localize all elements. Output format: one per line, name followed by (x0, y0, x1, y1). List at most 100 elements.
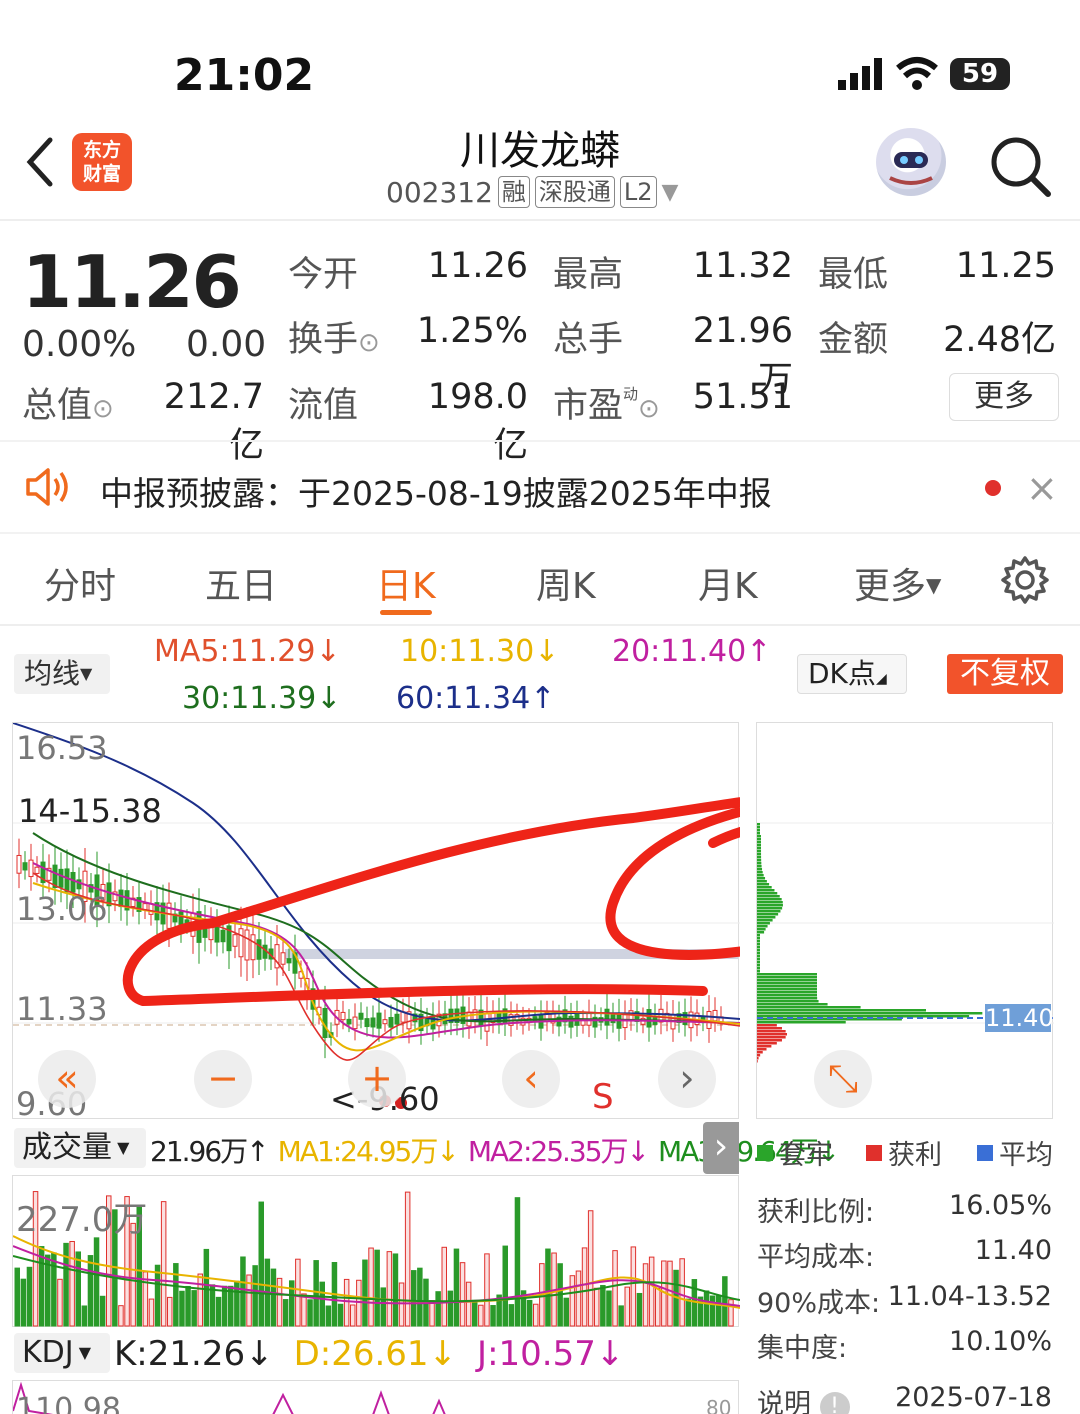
volume-bar (429, 1300, 435, 1327)
volume-bar (173, 1263, 179, 1327)
chip-bars (757, 823, 983, 1063)
scroll-left-button[interactable]: ‹ (502, 1050, 560, 1108)
high-marker: 14-15.38 (18, 792, 162, 830)
volume-bar (319, 1281, 325, 1327)
candle-body (64, 868, 70, 893)
chip-bar (757, 1024, 777, 1027)
more-button[interactable]: 更多 (949, 373, 1059, 421)
chip-bar (757, 1036, 786, 1039)
chip-bar (757, 934, 760, 937)
volume-ma1: MA1:24.95万↓ (277, 1135, 460, 1168)
chip-bar (757, 946, 760, 949)
expand-panel-button[interactable]: › (703, 1122, 739, 1174)
tab-intraday[interactable]: 分时 (44, 557, 116, 609)
volume-bar (459, 1262, 466, 1327)
tab-more[interactable]: 更多▼ (854, 557, 941, 609)
assistant-robot-icon[interactable] (876, 128, 946, 196)
ma-select[interactable]: 均线▼ (14, 654, 110, 694)
scroll-right-button[interactable]: › (658, 1050, 716, 1108)
chip-bar (757, 1048, 767, 1051)
notice-text[interactable]: 中报预披露：于2025-08-19披露2025年中报 (100, 467, 772, 515)
chip-bar (757, 850, 762, 853)
tab-daily-k[interactable]: 日K (376, 557, 436, 609)
volume-bar (533, 1303, 539, 1327)
volume-bar (453, 1248, 460, 1327)
chip-bar (757, 964, 760, 967)
amount-label: 金额 (818, 320, 889, 360)
info-icon: ⊙ (638, 394, 660, 424)
volume-bar (185, 1285, 191, 1327)
candle-body (340, 1011, 346, 1021)
tag-l2: L2 (619, 176, 657, 208)
chip-bar (757, 982, 817, 985)
note-link[interactable]: 说明 ! (757, 1382, 850, 1414)
candle-body (646, 1009, 652, 1028)
chip-bar (757, 916, 776, 919)
ma60-value: 60:11.34↑ (396, 681, 556, 716)
volume-bar (69, 1240, 75, 1327)
volume-select[interactable]: 成交量 ▼ (14, 1128, 146, 1168)
open-value: 11.26 (427, 246, 528, 286)
zoom-in-button[interactable]: + (348, 1050, 406, 1108)
volume-bar (648, 1256, 655, 1327)
volume-bar (337, 1303, 344, 1327)
candle-body (358, 1012, 364, 1020)
candle-body (58, 868, 64, 888)
volume-bar (51, 1252, 57, 1327)
pe-label[interactable]: 市盈动⊙ (553, 377, 660, 428)
battery-icon: 59 (950, 58, 1010, 90)
chip-bar (757, 907, 783, 910)
volume-bar (569, 1275, 576, 1327)
candle-body (16, 854, 22, 874)
candle-body (388, 1016, 394, 1028)
no-adjust-button[interactable]: 不复权 (947, 654, 1063, 694)
kdj-select[interactable]: KDJ ▼ (14, 1333, 110, 1373)
tab-weekly-k[interactable]: 周K (536, 557, 596, 609)
dk-point-button[interactable]: DK点◢ (797, 654, 907, 694)
signal-icon (838, 58, 884, 90)
volume-bar (386, 1251, 393, 1327)
scroll-left-fast-button[interactable]: « (38, 1050, 96, 1108)
chip-bar (757, 997, 818, 1000)
tab-active-indicator (380, 610, 432, 615)
mktcap-label[interactable]: 总值⊙ (22, 377, 114, 428)
candle-body (568, 1015, 574, 1028)
stock-code-row[interactable]: 002312 融 深股通 L2 ▼ (386, 174, 678, 210)
chip-bar (757, 1021, 846, 1024)
tag-margin: 融 (497, 176, 530, 208)
turnover-label[interactable]: 换手⊙ (288, 311, 380, 362)
volume-bar (703, 1290, 710, 1327)
volume-bar (575, 1270, 582, 1327)
close-icon[interactable]: × (1026, 469, 1058, 507)
low-label: 最低 (818, 255, 889, 295)
settings-gear-icon[interactable] (1000, 555, 1050, 605)
tab-monthly-k[interactable]: 月K (698, 557, 758, 609)
volume-bar (362, 1259, 368, 1327)
volume-bar (404, 1191, 411, 1327)
volume-bar (685, 1298, 691, 1327)
tab-five-day[interactable]: 五日 (205, 557, 277, 609)
zoom-out-button[interactable]: − (194, 1050, 252, 1108)
volume-bar (484, 1253, 490, 1327)
chip-date: 2025-07-18 (895, 1382, 1052, 1413)
volume-bar (642, 1263, 649, 1327)
chip-bar (757, 988, 817, 991)
sell-signal: S (592, 1077, 614, 1117)
divider (0, 532, 1080, 534)
volume-max-label: 227.0万 (16, 1200, 148, 1240)
search-icon[interactable] (988, 134, 1052, 198)
expand-icon[interactable]: ⤡ (814, 1050, 872, 1108)
chip-bar (757, 832, 760, 835)
change-value: 0.00 (186, 324, 267, 365)
volume-bar (508, 1304, 515, 1327)
legend-trapped: 套牢 (757, 1133, 833, 1172)
volume-bar (441, 1246, 447, 1327)
chip-bar (757, 853, 762, 856)
volume-bar (154, 1264, 161, 1327)
chip-bar (757, 835, 762, 838)
chip-bar (757, 1003, 828, 1006)
avg-cost-row-label: 平均成本: (757, 1242, 875, 1273)
kdj-j: J:10.57↓ (477, 1334, 625, 1374)
volume-bar (343, 1278, 350, 1327)
volume-bar (709, 1295, 716, 1327)
